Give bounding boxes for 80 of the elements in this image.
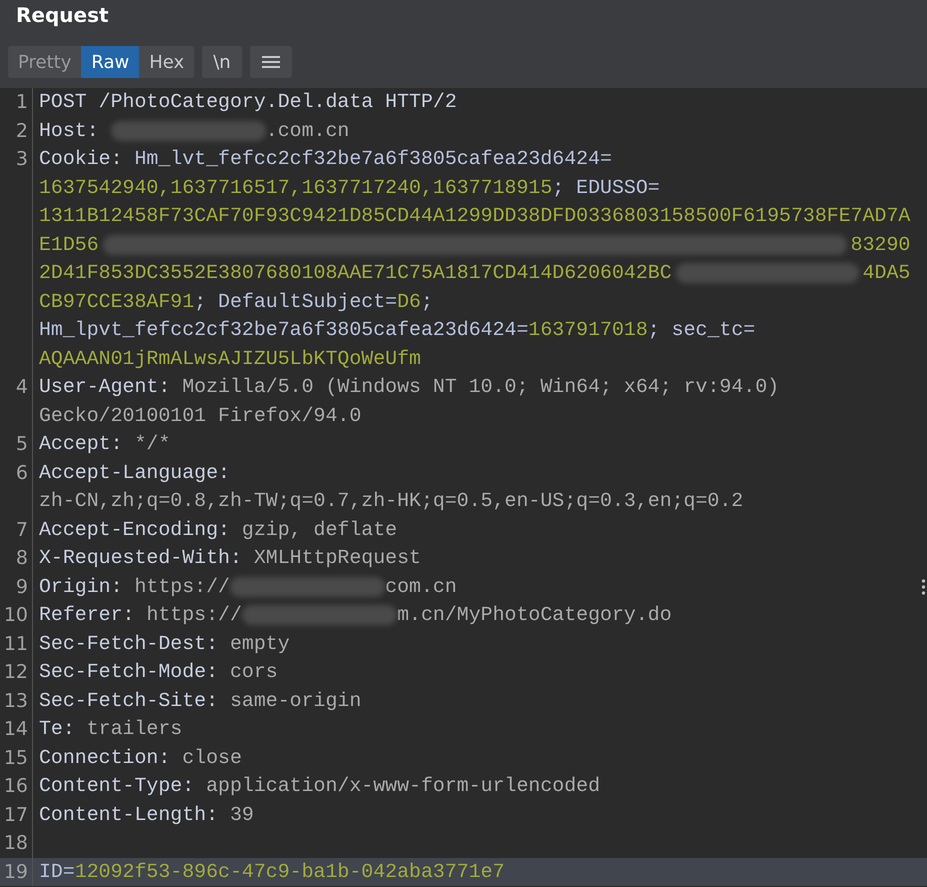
- view-tab[interactable]: Pretty: [8, 46, 82, 78]
- header-name: Origin:: [39, 574, 124, 600]
- menu-button[interactable]: [250, 46, 292, 78]
- header-value: empty: [230, 630, 290, 656]
- line-number: 6: [16, 462, 28, 484]
- header-value: trailers: [86, 716, 182, 742]
- cookie-name: ; EDUSSO=: [552, 174, 660, 200]
- line-number: 4: [16, 376, 28, 398]
- header-name: Connection:: [39, 744, 172, 770]
- cookie-value: 2D41F853DC3552E3807680108AAE71C75A1817CD414D6206042BC: [39, 260, 672, 286]
- header-value: XMLHttpRequest: [254, 545, 421, 571]
- line-number: 7: [16, 518, 28, 540]
- cookie-value: D6: [397, 288, 421, 314]
- header-value: https://: [134, 574, 230, 600]
- cookie-name: ; DefaultSubject=: [194, 288, 398, 314]
- header-value: .com.cn: [266, 118, 350, 144]
- header-name: X-Requested-With:: [39, 545, 243, 571]
- header-value: gzip, deflate: [242, 516, 398, 542]
- header-name: Te:: [39, 716, 76, 742]
- header-value: application/x-www-form-urlencoded: [206, 773, 600, 799]
- line-number: 13: [4, 690, 28, 712]
- panel-title: Request: [15, 2, 110, 29]
- header-value: 39: [230, 802, 254, 828]
- line-number: 3: [16, 148, 28, 170]
- cookie-value: 1637542940,1637716517,1637717240,1637718915: [39, 174, 552, 200]
- cookie-name: ; sec_tc=: [648, 317, 756, 343]
- cookie-value: CB97CCE38AF91: [39, 288, 194, 314]
- header-name: Cookie:: [39, 146, 124, 172]
- header-value: https://: [146, 602, 242, 628]
- cookie-name: ID=: [39, 858, 75, 884]
- cookie-value: 12092f53-896c-47c9-ba1b-042aba3771e7: [74, 858, 505, 884]
- header-name: Sec-Fetch-Mode:: [39, 659, 220, 685]
- view-tab[interactable]: Hex: [139, 46, 194, 78]
- header-name: Accept:: [39, 431, 124, 457]
- header-name: POST /PhotoCategory.Del.data HTTP/2: [39, 89, 457, 115]
- cookie-name: Hm_lpvt_fefcc2cf32be7a6f3805cafea23d6424=: [39, 317, 528, 343]
- newline-toggle[interactable]: \n: [202, 46, 242, 78]
- line-number: 16: [4, 775, 28, 797]
- cookie-value: 4DA5: [862, 260, 910, 286]
- line-number: 15: [4, 746, 28, 768]
- header-value: same-origin: [230, 688, 362, 714]
- view-tab[interactable]: Raw: [81, 46, 140, 78]
- cookie-value: E1D56: [39, 232, 99, 258]
- header-value: */*: [134, 431, 170, 457]
- cookie-value: 1637917018: [528, 317, 648, 343]
- cookie-value: 83290: [850, 232, 910, 258]
- header-name: Host:: [39, 118, 100, 144]
- header-value: close: [182, 744, 242, 770]
- line-number: 1: [16, 91, 28, 113]
- cookie-name: ;: [420, 288, 433, 314]
- line-number: 10: [4, 604, 28, 626]
- line-number: 17: [4, 804, 28, 826]
- cookie-value: AQAAAN01jRmALwsAJIZU5LbKTQoWeUfm: [39, 346, 421, 372]
- header-value: Mozilla/5.0 (Windows NT 10.0; Win64; x64; rv:94.0): [182, 374, 780, 400]
- header-name: Accept-Language:: [39, 460, 230, 486]
- header-name: Content-Length:: [39, 802, 220, 828]
- line-number: 9: [16, 576, 28, 598]
- line-number: 18: [4, 832, 28, 854]
- cookie-value: 1311B12458F73CAF70F93C9421D85CD44A1299DD38DFD0336803158500F6195738FE7AD7A: [39, 203, 910, 229]
- line-number: 12: [4, 661, 28, 683]
- header-value: Gecko/20100101 Firefox/94.0: [39, 402, 362, 428]
- header-name: User-Agent:: [39, 374, 172, 400]
- cookie-name: Hm_lvt_fefcc2cf32be7a6f3805cafea23d6424=: [134, 146, 612, 172]
- line-number: 11: [4, 632, 28, 654]
- resize-handle-icon[interactable]: [921, 578, 926, 596]
- line-number: 19: [4, 860, 28, 882]
- header-name: Sec-Fetch-Site:: [39, 688, 220, 714]
- line-number: 2: [16, 120, 28, 142]
- header-name: Accept-Encoding:: [39, 516, 231, 542]
- header-name: Content-Type:: [39, 773, 196, 799]
- line-number: 8: [16, 547, 28, 569]
- header-value: cors: [230, 659, 278, 685]
- header-name: Referer:: [39, 602, 136, 628]
- header-name: Sec-Fetch-Dest:: [39, 630, 220, 656]
- header-value: com.cn: [385, 574, 457, 600]
- menu-icon: [262, 55, 280, 69]
- line-number: 5: [16, 433, 28, 455]
- header-value: m.cn/MyPhotoCategory.do: [397, 602, 672, 628]
- line-number: 14: [4, 718, 28, 740]
- header-value: zh-CN,zh;q=0.8,zh-TW;q=0.7,zh-HK;q=0.5,en-US;q=0.3,en;q=0.2: [39, 488, 744, 514]
